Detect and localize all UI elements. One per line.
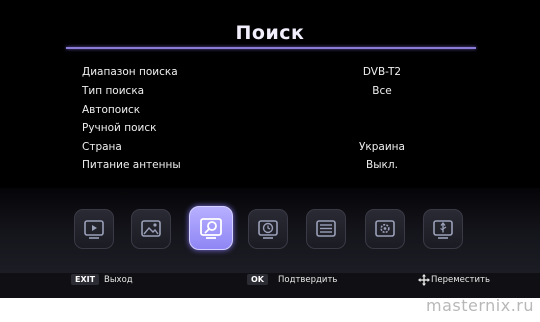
title-divider: [66, 47, 476, 49]
ok-label: Подтвердить: [278, 275, 338, 285]
menu-item-value: Выкл.: [366, 159, 398, 171]
move-label: Переместить: [431, 275, 490, 285]
menu-item-country[interactable]: Страна Украина: [82, 141, 482, 159]
menu-item-label: Страна: [82, 141, 122, 153]
tile-tv[interactable]: [74, 209, 114, 249]
menu-item-value: Украина: [359, 141, 405, 153]
time-icon: [258, 220, 278, 239]
list-icon: [316, 220, 336, 237]
menu-item-label: Ручной поиск: [82, 122, 157, 134]
menu-item-value: Все: [372, 85, 392, 97]
exit-label: Выход: [104, 275, 133, 285]
menu-item-label: Тип поиска: [82, 85, 145, 97]
tile-time[interactable]: [248, 209, 288, 249]
tv-icon: [84, 220, 104, 239]
search-icon: [200, 218, 222, 239]
tile-picture[interactable]: [131, 209, 171, 249]
menu-item-search-range[interactable]: Диапазон поиска DVB-T2: [82, 66, 482, 84]
tv-menu-screen: Поиск Диапазон поиска DVB-T2 Тип поиска …: [0, 0, 540, 298]
menu-item-label: Питание антенны: [82, 159, 181, 171]
tile-search[interactable]: [189, 206, 233, 250]
menu-item-value: DVB-T2: [362, 66, 402, 78]
usb-icon: [433, 220, 453, 239]
menu-item-auto-search[interactable]: Автопоиск: [82, 104, 482, 122]
ok-key-badge[interactable]: OK: [247, 274, 268, 285]
tile-usb[interactable]: [423, 209, 463, 249]
page-title: Поиск: [235, 22, 305, 44]
menu-item-label: Автопоиск: [82, 104, 141, 116]
tile-list[interactable]: [306, 209, 346, 249]
menu-item-manual-search[interactable]: Ручной поиск: [82, 122, 482, 140]
menu-item-search-type[interactable]: Тип поиска Все: [82, 85, 482, 103]
picture-icon: [141, 220, 161, 237]
menu-item-label: Диапазон поиска: [82, 66, 178, 78]
menu-item-antenna-power[interactable]: Питание антенны Выкл.: [82, 159, 482, 177]
exit-key-badge[interactable]: EXIT: [71, 274, 100, 285]
settings-icon: [375, 220, 395, 237]
watermark: masternix.ru: [426, 296, 534, 315]
move-arrows-icon: [418, 274, 430, 286]
tile-settings[interactable]: [365, 209, 405, 249]
